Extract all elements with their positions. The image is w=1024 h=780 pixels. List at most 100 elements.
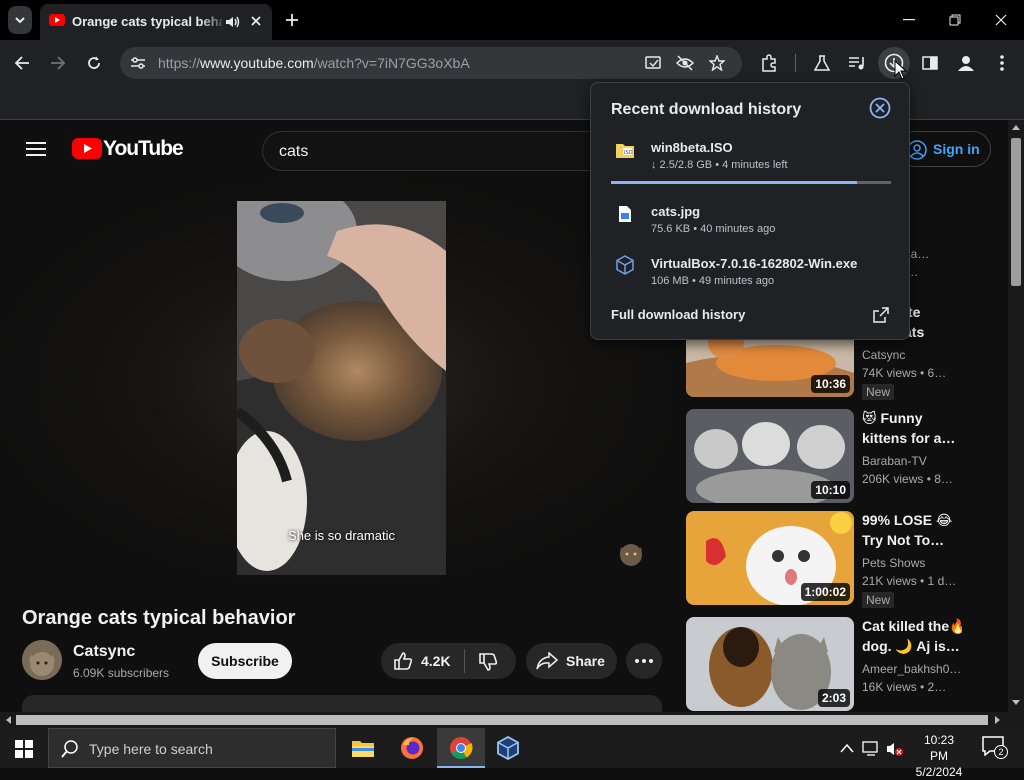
hamburger-menu-icon[interactable] bbox=[26, 141, 46, 157]
rec-title[interactable]: 99% LOSE 😂 bbox=[862, 510, 962, 530]
download-progress-fill bbox=[611, 181, 858, 184]
search-icon bbox=[61, 740, 78, 758]
rec-meta: 206K views • 8… bbox=[862, 472, 953, 486]
close-icon[interactable] bbox=[869, 97, 891, 119]
video-frame[interactable]: She is so dramatic bbox=[237, 201, 446, 575]
firefox-icon[interactable] bbox=[400, 736, 424, 760]
rec-channel: Catsync bbox=[862, 348, 906, 362]
video-player[interactable]: She is so dramatic bbox=[0, 182, 672, 582]
scroll-left-icon[interactable] bbox=[5, 716, 11, 724]
like-button[interactable]: 4.2K bbox=[381, 643, 464, 679]
side-panel-icon[interactable] bbox=[922, 55, 938, 71]
close-tab-icon[interactable] bbox=[250, 15, 262, 27]
rec-thumbnail[interactable]: 1:00:02 bbox=[686, 511, 854, 605]
youtube-logo-icon bbox=[72, 138, 102, 159]
rec-thumbnail[interactable]: 10:10 bbox=[686, 409, 854, 503]
rec-thumbnail[interactable]: 2:03 bbox=[686, 617, 854, 711]
channel-name[interactable]: Catsync bbox=[73, 643, 135, 661]
chrome-taskbar-button[interactable] bbox=[437, 728, 485, 768]
open-external-icon[interactable] bbox=[873, 307, 889, 323]
download-item[interactable]: VirtualBox-7.0.16-162802-Win.exe 106 MB … bbox=[591, 247, 909, 297]
rec-title[interactable]: 😻 Funny bbox=[862, 408, 962, 428]
profile-icon[interactable] bbox=[957, 54, 975, 72]
site-info-icon[interactable] bbox=[130, 56, 146, 70]
file-explorer-icon[interactable] bbox=[351, 738, 375, 758]
extensions-icon[interactable] bbox=[760, 54, 778, 72]
virtualbox-taskbar-icon[interactable] bbox=[496, 736, 520, 760]
subscribe-button[interactable]: Subscribe bbox=[198, 643, 292, 679]
network-icon[interactable] bbox=[862, 741, 880, 757]
browser-toolbar: https://www.youtube.com/watch?v=7iN7GG3o… bbox=[0, 40, 1024, 86]
labs-icon[interactable] bbox=[813, 54, 831, 72]
windows-start-icon[interactable] bbox=[15, 740, 33, 758]
more-actions-button[interactable] bbox=[626, 643, 662, 679]
rec-title-line2[interactable]: kittens for a… bbox=[862, 428, 962, 448]
channel-avatar[interactable] bbox=[22, 640, 62, 680]
tab-search-button[interactable] bbox=[8, 6, 32, 34]
audio-playing-icon[interactable] bbox=[224, 15, 240, 29]
url-text: https://www.youtube.com/watch?v=7iN7GG3o… bbox=[158, 55, 470, 71]
search-input[interactable]: cats bbox=[262, 131, 622, 171]
video-caption: She is so dramatic bbox=[288, 528, 395, 543]
minimize-icon[interactable] bbox=[903, 19, 915, 21]
svg-text:ISO: ISO bbox=[624, 150, 633, 156]
video-duration: 10:10 bbox=[811, 481, 850, 499]
description-box[interactable] bbox=[22, 695, 662, 712]
volume-muted-icon[interactable] bbox=[886, 741, 904, 757]
taskbar-search-box[interactable]: Type here to search bbox=[48, 728, 336, 768]
bookmark-star-icon[interactable] bbox=[709, 55, 725, 71]
download-item[interactable]: cats.jpg 75.6 KB • 40 minutes ago bbox=[591, 195, 909, 245]
share-button[interactable]: Share bbox=[526, 643, 617, 679]
close-window-icon[interactable] bbox=[995, 14, 1007, 26]
scroll-up-icon[interactable] bbox=[1012, 124, 1020, 130]
channel-watermark-icon[interactable] bbox=[617, 541, 645, 577]
forward-icon[interactable] bbox=[50, 55, 66, 71]
new-tab-icon[interactable] bbox=[285, 13, 299, 27]
menu-icon[interactable] bbox=[999, 54, 1005, 72]
full-download-history-link[interactable]: Full download history bbox=[611, 307, 745, 322]
rec-meta: 74K views • 6… bbox=[862, 366, 947, 380]
rec-title-line2[interactable]: Try Not To… bbox=[862, 530, 962, 550]
rec-title-line2[interactable]: dog. 🌙 Aj is… bbox=[862, 636, 962, 656]
thumbs-down-icon[interactable] bbox=[478, 652, 498, 672]
notification-center-button[interactable]: 2 bbox=[982, 736, 1008, 760]
rec-channel: Pets Shows bbox=[862, 556, 926, 570]
account-icon bbox=[907, 140, 927, 160]
video-duration: 10:36 bbox=[811, 375, 850, 393]
vertical-scrollbar[interactable] bbox=[1008, 120, 1024, 712]
new-badge: New bbox=[862, 384, 895, 400]
cast-icon[interactable] bbox=[644, 55, 662, 71]
address-bar[interactable]: https://www.youtube.com/watch?v=7iN7GG3o… bbox=[120, 47, 742, 79]
youtube-logo[interactable]: YouTube bbox=[72, 137, 184, 161]
download-panel-title: Recent download history bbox=[611, 101, 802, 118]
like-dislike-group: 4.2K bbox=[381, 643, 516, 679]
rec-title[interactable]: Cat killed the🔥 bbox=[862, 616, 962, 636]
clock-time: 10:23 PM bbox=[923, 733, 955, 763]
taskbar-clock[interactable]: 10:23 PM 5/2/2024 bbox=[914, 732, 964, 780]
restore-icon[interactable] bbox=[949, 14, 961, 26]
back-icon[interactable] bbox=[14, 55, 30, 71]
youtube-favicon-icon bbox=[49, 14, 65, 26]
browser-tab[interactable]: Orange cats typical behavior bbox=[40, 4, 272, 40]
rec-meta: 16K views • 2… bbox=[862, 680, 947, 694]
mouse-cursor-icon bbox=[894, 60, 908, 80]
virtualbox-icon bbox=[616, 255, 634, 275]
windows-taskbar: Type here to search 10:23 PM 5/2/2024 2 bbox=[0, 728, 1024, 779]
cat-avatar-icon bbox=[22, 640, 62, 680]
iso-file-icon: ISO bbox=[616, 144, 634, 158]
reload-icon[interactable] bbox=[86, 55, 102, 71]
rec-channel: Baraban-TV bbox=[862, 454, 927, 468]
thumbs-up-icon bbox=[394, 652, 413, 670]
video-duration: 1:00:02 bbox=[800, 583, 850, 601]
notification-count-badge: 2 bbox=[994, 745, 1008, 759]
horizontal-scrollbar[interactable] bbox=[0, 712, 1024, 728]
media-control-icon[interactable] bbox=[848, 55, 866, 71]
eye-off-icon[interactable] bbox=[676, 55, 694, 71]
sign-in-button[interactable]: Sign in bbox=[896, 131, 991, 167]
image-file-icon bbox=[619, 206, 631, 222]
scroll-right-icon[interactable] bbox=[995, 716, 1001, 724]
show-hidden-icons-chevron-icon[interactable] bbox=[840, 743, 854, 753]
scroll-down-icon[interactable] bbox=[1012, 700, 1020, 706]
horizontal-scroll-thumb[interactable] bbox=[16, 715, 988, 725]
vertical-scroll-thumb[interactable] bbox=[1011, 138, 1021, 286]
